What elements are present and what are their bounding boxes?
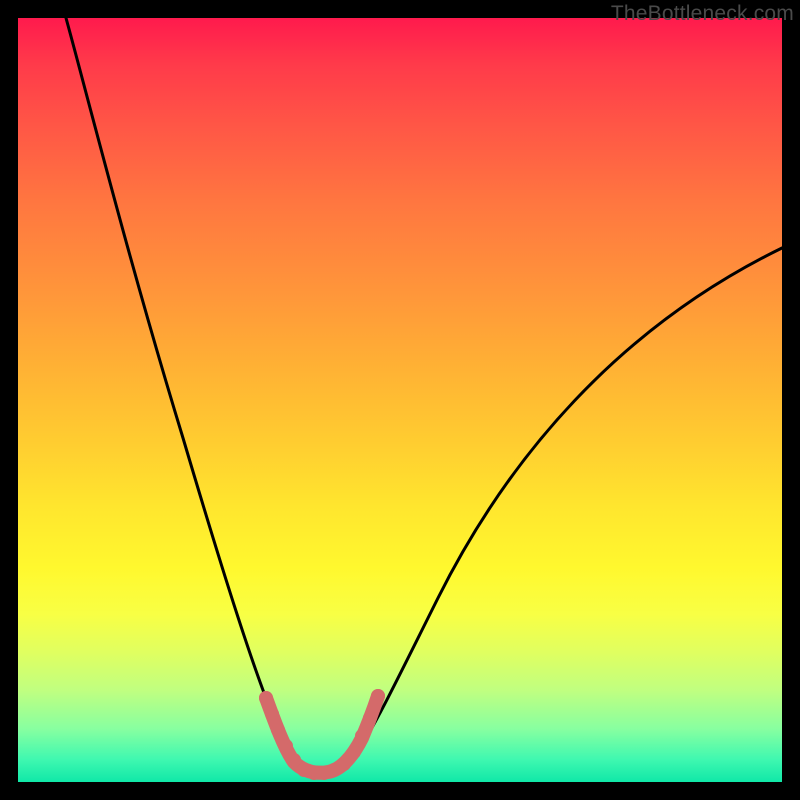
bottleneck-curve-svg xyxy=(18,18,782,782)
highlight-markers xyxy=(259,689,385,780)
bottleneck-curve-line xyxy=(66,18,782,771)
chart-frame xyxy=(18,18,782,782)
watermark-text: TheBottleneck.com xyxy=(611,2,794,26)
